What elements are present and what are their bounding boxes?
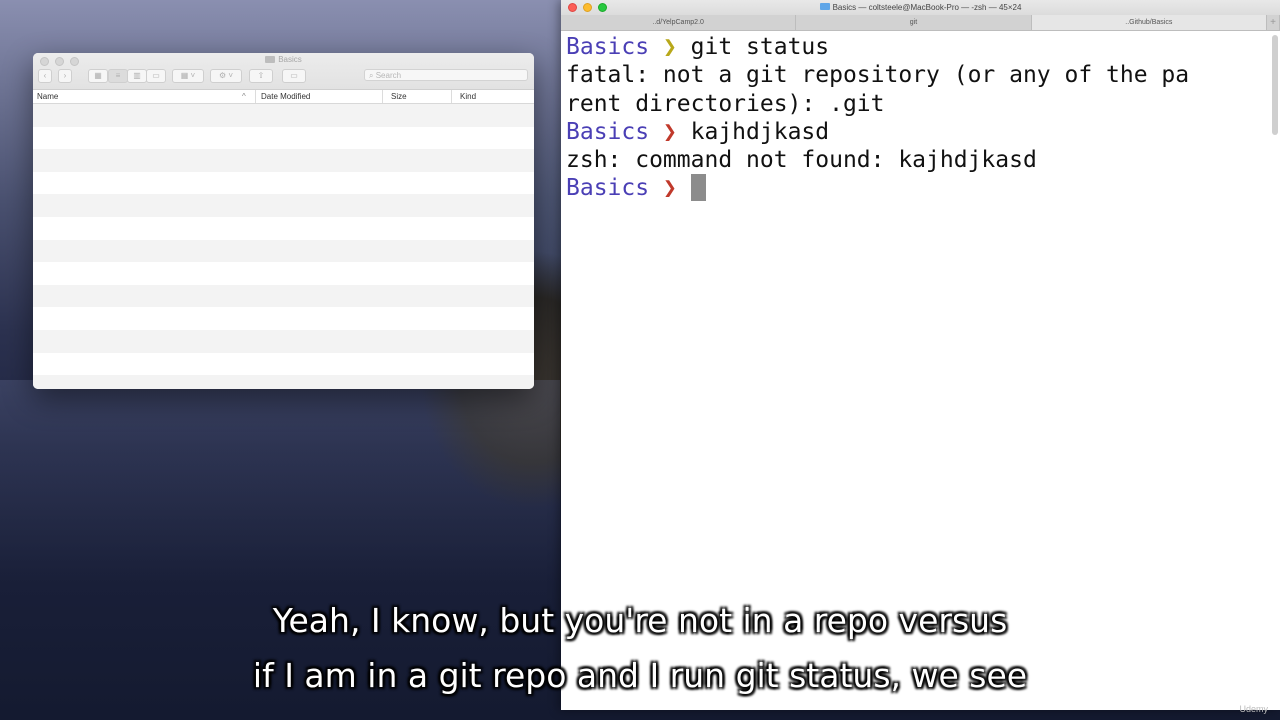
- list-row: [33, 239, 534, 263]
- subtitles: Yeah, I know, but you're not in a repo v…: [0, 593, 1280, 703]
- list-row: [33, 329, 534, 353]
- gallery-view-button[interactable]: ▭: [146, 69, 166, 83]
- prompt-arrow-icon: ❯: [662, 175, 677, 202]
- terminal-command: git status: [676, 34, 830, 60]
- terminal-output-line: zsh: command not found: kajhdjkasd: [566, 147, 1037, 174]
- finder-titlebar[interactable]: Basics ‹ › ▦ ≡ ▥ ▭ ▦ ˅ ⚙ ˅ ⇧ ▭ ⌕ Search: [33, 53, 534, 90]
- finder-window[interactable]: Basics ‹ › ▦ ≡ ▥ ▭ ▦ ˅ ⚙ ˅ ⇧ ▭ ⌕ Search …: [33, 53, 534, 389]
- list-row: [33, 126, 534, 150]
- list-row: [33, 216, 534, 240]
- terminal-prompt-line: Basics ❯ kajhdjkasd: [566, 118, 1280, 146]
- terminal-tab-bar: ..d/YelpCamp2.0 git ..Github/Basics +: [561, 15, 1280, 31]
- group-by-button[interactable]: ▦ ˅: [172, 69, 204, 83]
- terminal-cursor: [690, 174, 706, 202]
- finder-title: Basics: [33, 55, 534, 64]
- list-row: [33, 307, 534, 330]
- column-divider: [382, 90, 383, 103]
- column-date-modified[interactable]: Date Modified: [261, 92, 310, 101]
- finder-title-text: Basics: [278, 55, 302, 64]
- search-placeholder: Search: [375, 71, 402, 80]
- list-row: [33, 194, 534, 217]
- tab-yelpcamp[interactable]: ..d/YelpCamp2.0: [561, 15, 797, 30]
- terminal-window-controls: [568, 3, 607, 12]
- prompt-directory: Basics: [566, 118, 663, 145]
- terminal-prompt-line: Basics ❯: [566, 174, 1280, 202]
- prompt-directory: Basics: [566, 34, 663, 60]
- column-size[interactable]: Size: [391, 92, 407, 101]
- action-gear-icon[interactable]: ⚙ ˅: [210, 69, 242, 83]
- finder-column-header: Name ^ Date Modified Size Kind: [33, 90, 534, 104]
- scrollbar[interactable]: [1272, 35, 1278, 135]
- prompt-arrow-icon: ❯: [662, 118, 677, 145]
- list-row: [33, 262, 534, 285]
- close-button[interactable]: [568, 3, 577, 12]
- column-divider: [451, 90, 452, 103]
- list-row: [33, 375, 534, 389]
- terminal-command: kajhdjkasd: [676, 118, 830, 145]
- prompt-directory: Basics: [566, 175, 663, 202]
- column-divider: [255, 90, 256, 103]
- tag-icon[interactable]: ▭: [282, 69, 306, 83]
- list-row: [33, 171, 534, 195]
- tab-git[interactable]: git: [796, 15, 1032, 30]
- minimize-button[interactable]: [583, 3, 592, 12]
- folder-icon: [265, 56, 276, 64]
- terminal-output-line: rent directories): .git: [566, 90, 885, 117]
- new-tab-button[interactable]: +: [1267, 15, 1280, 30]
- column-view-button[interactable]: ▥: [127, 69, 147, 83]
- subtitle-line-2: if I am in a git repo and I run git stat…: [252, 656, 1028, 695]
- forward-button[interactable]: ›: [58, 69, 72, 83]
- list-row: [33, 284, 534, 308]
- subtitle-line-1: Yeah, I know, but you're not in a repo v…: [272, 601, 1008, 640]
- terminal-command: [677, 175, 691, 201]
- tab-basics[interactable]: ..Github/Basics: [1031, 15, 1267, 30]
- terminal-title: Basics — coltsteele@MacBook-Pro — -zsh —…: [832, 3, 1022, 12]
- terminal-output-line: fatal: not a git repository (or any of t…: [566, 62, 1190, 89]
- list-row: [33, 149, 534, 172]
- list-view-button[interactable]: ≡: [108, 69, 128, 83]
- sort-chevron-icon: ^: [242, 92, 246, 101]
- watermark: Udemy: [1239, 704, 1268, 714]
- share-icon[interactable]: ⇧: [249, 69, 273, 83]
- column-name[interactable]: Name: [37, 92, 58, 101]
- list-row: [33, 352, 534, 376]
- back-button[interactable]: ‹: [38, 69, 52, 83]
- icon-view-button[interactable]: ▦: [88, 69, 108, 83]
- terminal-prompt-line: Basics ❯ git status: [566, 33, 1280, 61]
- zoom-button[interactable]: [598, 3, 607, 12]
- terminal-output[interactable]: Basics ❯ git status fatal: not a git repo…: [561, 31, 1280, 203]
- column-kind[interactable]: Kind: [460, 92, 476, 101]
- search-input[interactable]: ⌕ Search: [364, 69, 528, 81]
- terminal-titlebar[interactable]: Basics — coltsteele@MacBook-Pro — -zsh —…: [561, 0, 1280, 15]
- list-row: [33, 104, 534, 127]
- finder-file-list[interactable]: [33, 104, 534, 389]
- folder-icon: [819, 3, 830, 11]
- prompt-arrow-icon: ❯: [662, 34, 677, 60]
